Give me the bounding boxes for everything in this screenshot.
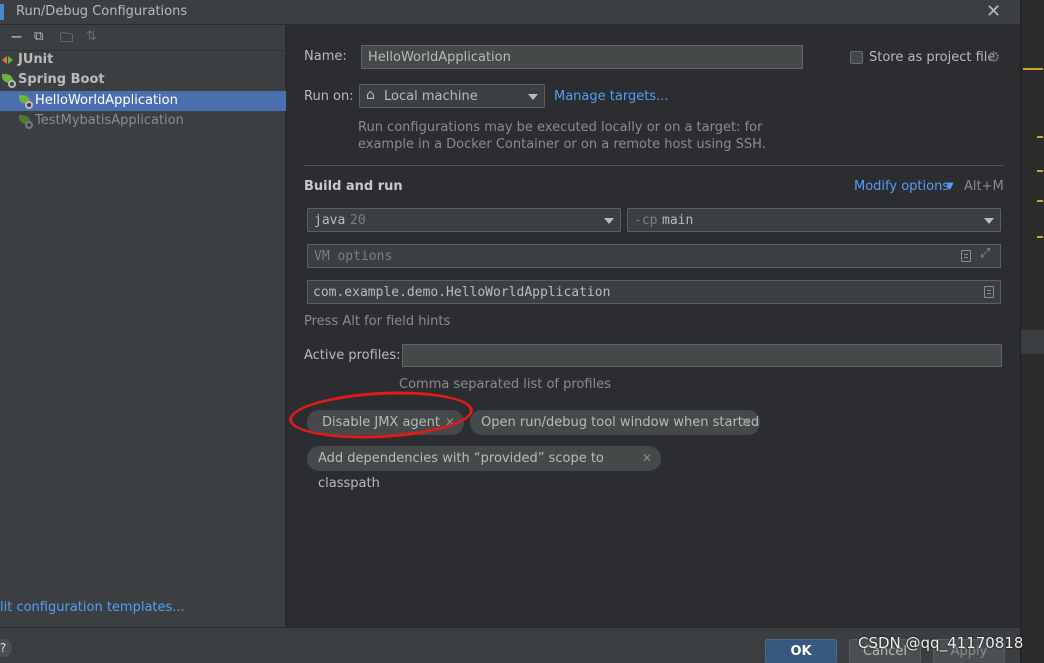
field-hints-text: Press Alt for field hints: [304, 314, 451, 329]
ide-marker: [1037, 170, 1043, 172]
tree-item-label: JUnit: [18, 52, 54, 67]
name-input[interactable]: HelloWorldApplication: [361, 45, 803, 69]
title-bar: Run/Debug Configurations ✕: [0, 0, 1020, 25]
gear-icon[interactable]: ⚙: [987, 48, 1000, 66]
folder-add-icon[interactable]: 🗀: [60, 29, 73, 51]
classpath-module-value: main: [662, 213, 694, 228]
window-title: Run/Debug Configurations: [16, 4, 188, 19]
option-chip-open-tool-window: Open run/debug tool window when started …: [470, 410, 760, 435]
active-profiles-label: Active profiles:: [304, 348, 401, 363]
copy-icon[interactable]: ⧉: [34, 29, 43, 44]
jdk-version: 20: [350, 213, 366, 228]
home-icon: ⌂: [366, 87, 375, 103]
app-logo-icon: [0, 4, 4, 20]
remove-icon[interactable]: −: [10, 27, 23, 46]
tree-toolbar: − ⧉ 🗀 ⇅: [0, 25, 286, 51]
jdk-name: java: [314, 213, 346, 228]
close-icon[interactable]: ✕: [642, 446, 652, 471]
run-on-label: Run on:: [304, 89, 354, 104]
name-input-value: HelloWorldApplication: [368, 50, 511, 65]
modify-options-shortcut: Alt+M: [964, 179, 1004, 194]
close-icon[interactable]: ✕: [741, 410, 751, 435]
separator: [304, 165, 1004, 166]
tree-item-label: HelloWorldApplication: [35, 93, 178, 108]
chevron-down-icon: [984, 218, 994, 224]
manage-targets-link[interactable]: Manage targets...: [554, 89, 668, 104]
tree-item-junit[interactable]: JUnit: [0, 50, 286, 70]
spring-boot-icon: [2, 74, 16, 88]
ide-marker: [1023, 68, 1043, 70]
configuration-tree-panel: − ⧉ 🗀 ⇅ JUnit Spring Boot HelloWorldAppl…: [0, 25, 286, 627]
tree-item-helloworldapplication[interactable]: HelloWorldApplication: [0, 91, 286, 111]
jdk-select[interactable]: java 20: [307, 208, 621, 232]
spring-boot-icon: [19, 95, 33, 109]
ide-marker: [1021, 330, 1044, 354]
close-icon[interactable]: ✕: [986, 1, 1001, 22]
option-chip-provided-scope: Add dependencies with “provided” scope t…: [307, 446, 661, 491]
chevron-down-icon: [604, 218, 614, 224]
browse-class-icon[interactable]: [984, 286, 994, 298]
run-on-hint-line-1: Run configurations may be executed local…: [358, 120, 763, 135]
edit-configuration-templates-link[interactable]: lit configuration templates...: [0, 600, 185, 615]
tree-item-testmybatisapplication[interactable]: TestMybatisApplication: [0, 111, 286, 131]
tree-item-label: TestMybatisApplication: [35, 113, 184, 128]
maximize-icon[interactable]: ⤢: [980, 246, 990, 261]
help-icon[interactable]: ?: [0, 639, 12, 657]
main-class-input[interactable]: com.example.demo.HelloWorldApplication: [307, 280, 1001, 304]
junit-icon: [2, 54, 14, 66]
main-class-value: com.example.demo.HelloWorldApplication: [313, 285, 611, 300]
store-as-project-file-label: Store as project file: [869, 50, 996, 65]
build-and-run-title: Build and run: [304, 179, 403, 194]
active-profiles-hint: Comma separated list of profiles: [399, 377, 611, 392]
ok-button[interactable]: OK: [765, 639, 837, 663]
option-chip-label: Add dependencies with “provided” scope t…: [318, 451, 604, 491]
vm-options-input[interactable]: VM options ⤢: [307, 244, 1001, 268]
tree-item-spring-boot[interactable]: Spring Boot: [0, 70, 286, 90]
classpath-module-select[interactable]: -cp main: [627, 208, 1001, 232]
vm-options-placeholder: VM options: [314, 249, 393, 264]
sort-icon[interactable]: ⇅: [86, 29, 97, 44]
tree-item-label: Spring Boot: [18, 72, 105, 87]
modify-options-link[interactable]: Modify options: [854, 179, 949, 194]
store-as-project-file-checkbox[interactable]: [850, 51, 863, 64]
spring-boot-icon: [19, 115, 33, 129]
classpath-flag: -cp: [634, 213, 658, 228]
ide-marker: [1037, 236, 1043, 238]
ide-marker: [1037, 200, 1043, 202]
watermark-text: CSDN @qq_41170818: [858, 634, 1024, 652]
run-on-select[interactable]: ⌂ Local machine: [359, 84, 545, 108]
run-on-hint-line-2: example in a Docker Container or on a re…: [358, 137, 766, 152]
expand-text-icon[interactable]: [961, 250, 971, 262]
chevron-down-icon: [528, 94, 538, 100]
option-chip-label: Open run/debug tool window when started: [481, 415, 760, 430]
background-ide-strip: [1020, 0, 1044, 663]
ide-marker: [1037, 136, 1043, 138]
active-profiles-input[interactable]: [402, 344, 1002, 367]
name-label: Name:: [304, 49, 347, 64]
run-on-value: Local machine: [384, 89, 478, 104]
chevron-down-icon: ▼: [946, 181, 954, 192]
